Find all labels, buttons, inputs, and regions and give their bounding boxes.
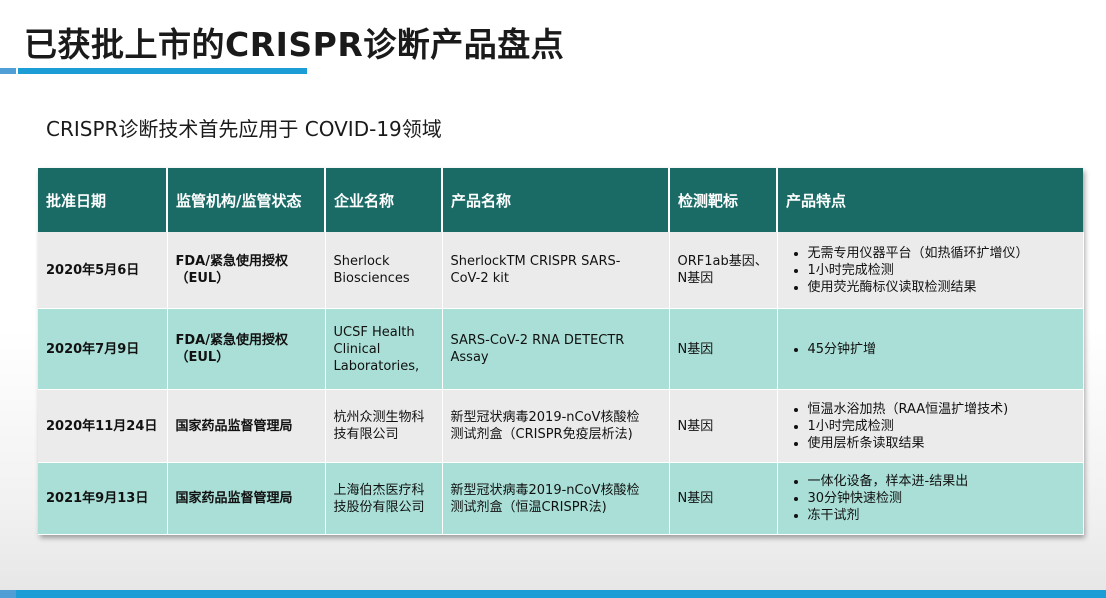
title-underline	[0, 68, 307, 74]
page-title: 已获批上市的CRISPR诊断产品盘点	[24, 25, 565, 64]
table-header-row: 批准日期 监管机构/监管状态 企业名称 产品名称 检测靶标 产品特点	[38, 168, 1083, 232]
cell-line: 新型冠状病毒2019-nCoV核酸检	[450, 410, 640, 425]
cell-line: N基因	[677, 491, 714, 506]
product-table: 批准日期 监管机构/监管状态 企业名称 产品名称 检测靶标 产品特点 2020年…	[38, 168, 1084, 535]
cell-date: 2020年7月9日	[38, 308, 168, 390]
cell-agency: FDA/紧急使用授权 （EUL）	[167, 308, 326, 390]
bottom-accent-cap	[0, 590, 16, 598]
cell-line: UCSF Health	[333, 324, 415, 340]
subtitle: CRISPR诊断技术首先应用于 COVID-19领域	[46, 117, 442, 141]
column-header-company: 企业名称	[325, 168, 443, 232]
table-row: 2020年11月24日 国家药品监督管理局 杭州众测生物科 技有限公司 新型冠状…	[38, 389, 1084, 463]
cell-line: N基因	[677, 271, 714, 286]
cell-features: 45分钟扩增	[777, 308, 1084, 390]
cell-agency: FDA/紧急使用授权 （EUL）	[167, 232, 326, 309]
column-header-product: 产品名称	[442, 168, 670, 232]
cell-line: 技股份有限公司	[333, 499, 425, 515]
cell-company: 上海伯杰医疗科 技股份有限公司	[325, 462, 443, 535]
cell-line: Assay	[450, 350, 489, 365]
cell-line: 技有限公司	[333, 427, 399, 442]
cell-features: 一体化设备，样本进-结果出 30分钟快速检测 冻干试剂	[777, 462, 1084, 535]
cell-line: 杭州众测生物科	[333, 410, 425, 425]
column-header-target: 检测靶标	[669, 168, 778, 232]
feature-item: 45分钟扩增	[808, 341, 1075, 358]
cell-line: SARS-CoV-2 RNA DETECTR	[450, 333, 625, 348]
cell-target: N基因	[669, 389, 778, 463]
feature-item: 1小时完成检测	[808, 418, 1075, 435]
cell-company: 杭州众测生物科 技有限公司	[325, 389, 443, 463]
cell-line: ORF1ab基因、	[677, 254, 768, 269]
cell-company: Sherlock Biosciences	[325, 232, 443, 309]
cell-line: （EUL）	[175, 271, 230, 286]
column-header-features: 产品特点	[777, 168, 1083, 232]
cell-features: 恒温水浴加热（RAA恒温扩增技术) 1小时完成检测 使用层析条读取结果	[777, 389, 1084, 463]
cell-features: 无需专用仪器平台（如热循环扩增仪） 1小时完成检测 使用荧光酶标仪读取检测结果	[777, 232, 1084, 309]
cell-product: 新型冠状病毒2019-nCoV核酸检 测试剂盒（恒温CRISPR法)	[442, 462, 670, 535]
feature-list: 一体化设备，样本进-结果出 30分钟快速检测 冻干试剂	[786, 473, 1075, 524]
title-underline-bar	[18, 68, 307, 74]
cell-line: （EUL）	[175, 350, 230, 365]
cell-line: Biosciences	[333, 271, 410, 286]
cell-line: 国家药品监督管理局	[175, 491, 293, 506]
cell-product: 新型冠状病毒2019-nCoV核酸检 测试剂盒（CRISPR免疫层析法)	[442, 389, 670, 463]
cell-agency: 国家药品监督管理局	[167, 389, 326, 463]
cell-line: N基因	[677, 341, 714, 357]
feature-item: 使用层析条读取结果	[808, 435, 1075, 452]
cell-line: Clinical	[333, 341, 381, 357]
feature-item: 冻干试剂	[808, 507, 1075, 524]
feature-list: 恒温水浴加热（RAA恒温扩增技术) 1小时完成检测 使用层析条读取结果	[786, 401, 1075, 452]
cell-line: FDA/紧急使用授权	[175, 333, 288, 348]
column-header-date: 批准日期	[38, 168, 168, 232]
feature-item: 一体化设备，样本进-结果出	[808, 473, 1075, 490]
table-row: 2020年5月6日 FDA/紧急使用授权 （EUL） Sherlock Bios…	[38, 232, 1084, 309]
column-header-agency: 监管机构/监管状态	[167, 168, 326, 232]
cell-line: 国家药品监督管理局	[175, 418, 293, 434]
cell-line: 新型冠状病毒2019-nCoV核酸检	[450, 482, 640, 498]
cell-target: ORF1ab基因、 N基因	[669, 232, 778, 309]
cell-product: SherlockTM CRISPR SARS- CoV-2 kit	[442, 232, 670, 309]
cell-line: Sherlock	[333, 254, 390, 269]
feature-item: 使用荧光酶标仪读取检测结果	[808, 279, 1075, 296]
bottom-accent-bar	[0, 590, 1106, 598]
cell-line: Laboratories,	[333, 358, 420, 374]
cell-line: N基因	[677, 418, 714, 434]
title-underline-accent	[0, 68, 16, 74]
table-row: 2020年7月9日 FDA/紧急使用授权 （EUL） UCSF Health C…	[38, 308, 1084, 390]
cell-date: 2021年9月13日	[38, 462, 168, 535]
cell-target: N基因	[669, 308, 778, 390]
cell-product: SARS-CoV-2 RNA DETECTR Assay	[442, 308, 670, 390]
cell-line: 测试剂盒（CRISPR免疫层析法)	[450, 427, 633, 442]
cell-target: N基因	[669, 462, 778, 535]
cell-date: 2020年5月6日	[38, 232, 168, 309]
feature-item: 无需专用仪器平台（如热循环扩增仪）	[808, 245, 1075, 262]
feature-item: 1小时完成检测	[808, 262, 1075, 279]
product-table-container: 批准日期 监管机构/监管状态 企业名称 产品名称 检测靶标 产品特点 2020年…	[38, 168, 1084, 535]
feature-list: 45分钟扩增	[786, 341, 1075, 358]
cell-line: SherlockTM CRISPR SARS-	[450, 254, 621, 269]
table-row: 2021年9月13日 国家药品监督管理局 上海伯杰医疗科 技股份有限公司 新型冠…	[38, 462, 1084, 535]
cell-agency: 国家药品监督管理局	[167, 462, 326, 535]
feature-item: 30分钟快速检测	[808, 490, 1075, 507]
cell-company: UCSF Health Clinical Laboratories,	[325, 308, 443, 390]
cell-line: 上海伯杰医疗科	[333, 482, 425, 498]
feature-item: 恒温水浴加热（RAA恒温扩增技术)	[808, 401, 1075, 418]
cell-line: 测试剂盒（恒温CRISPR法)	[450, 499, 607, 515]
cell-date: 2020年11月24日	[38, 389, 168, 463]
feature-list: 无需专用仪器平台（如热循环扩增仪） 1小时完成检测 使用荧光酶标仪读取检测结果	[786, 245, 1075, 296]
cell-line: FDA/紧急使用授权	[175, 254, 288, 269]
cell-line: CoV-2 kit	[450, 271, 510, 286]
